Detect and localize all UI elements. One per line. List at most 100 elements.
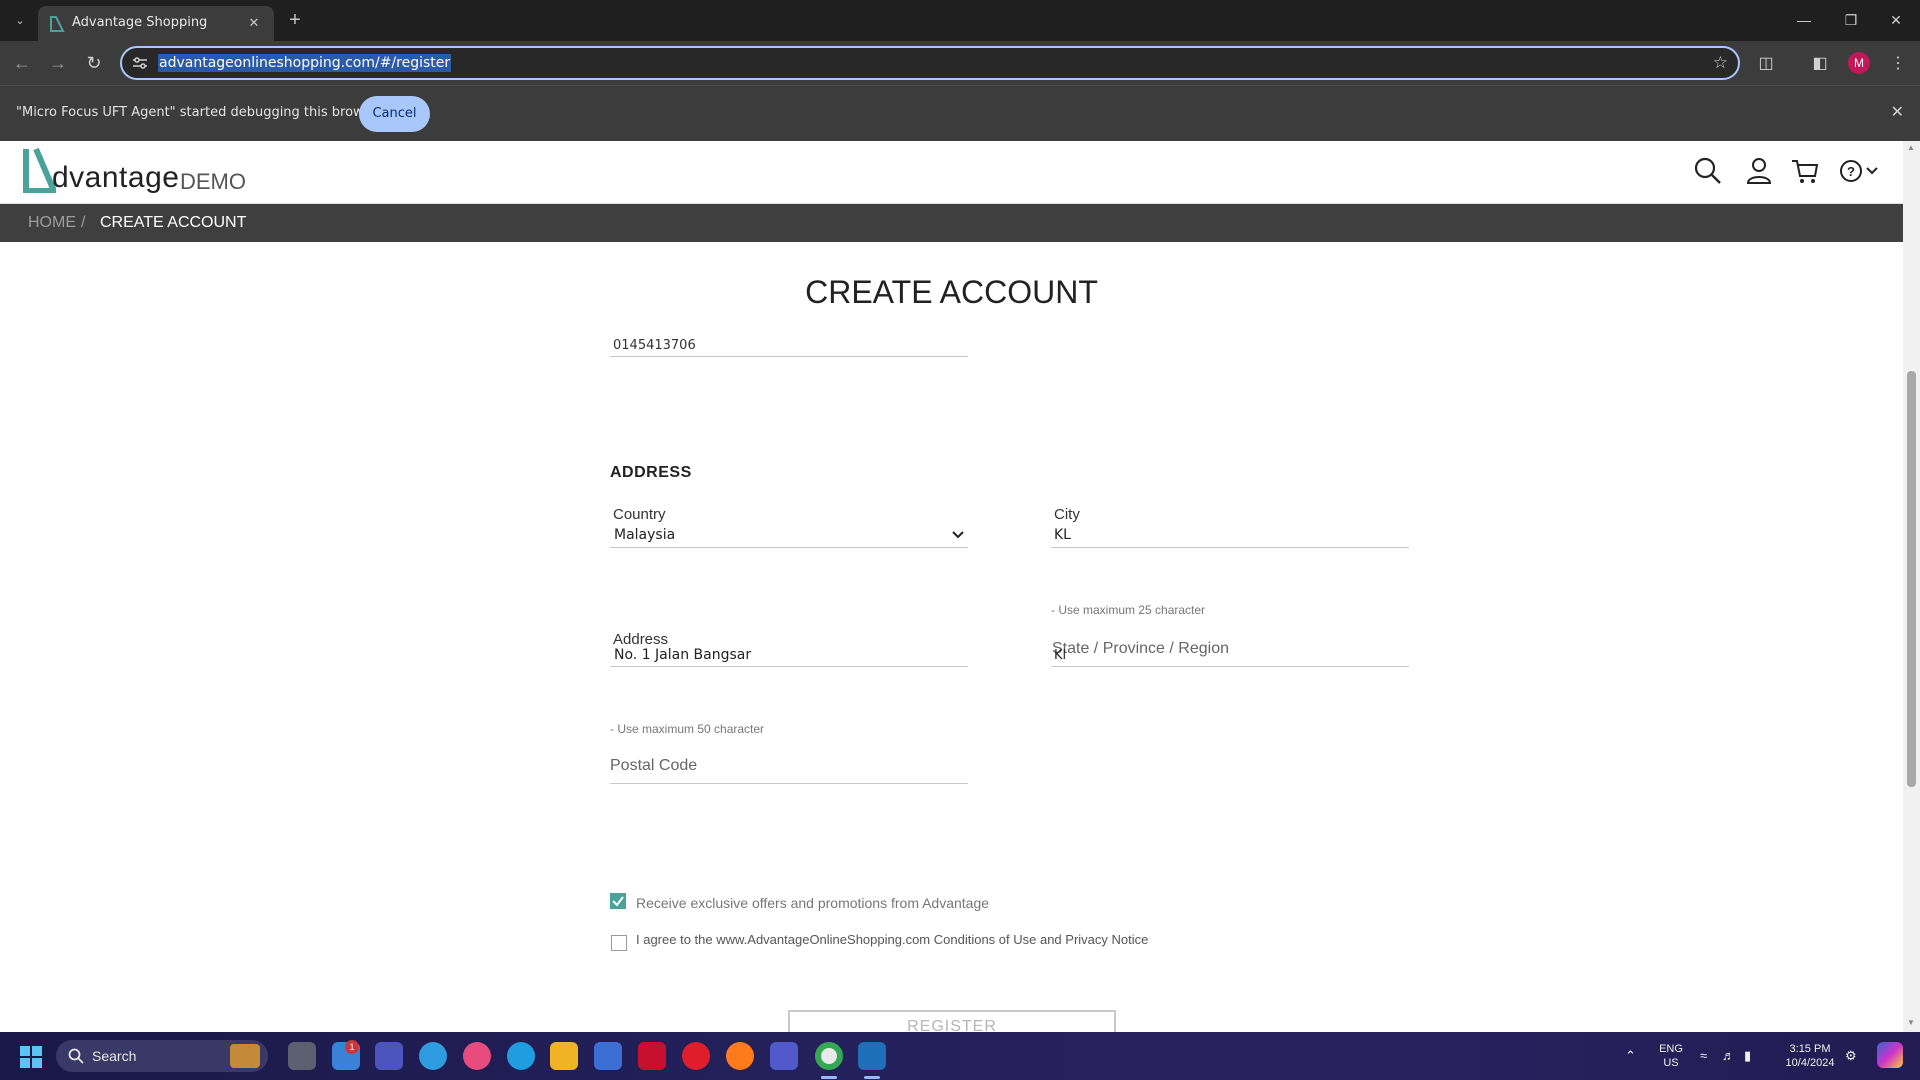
state-placeholder: State / Province / Region — [1052, 640, 1229, 657]
notification-bell-icon[interactable]: ⚙ — [1845, 1048, 1857, 1064]
scroll-down-icon[interactable]: ▼ — [1907, 1018, 1915, 1027]
taskbar-search[interactable]: Search — [56, 1040, 268, 1072]
language-indicator[interactable]: ENG US — [1654, 1042, 1688, 1070]
mcafee-icon[interactable] — [638, 1042, 666, 1070]
breadcrumb-current: CREATE ACCOUNT — [100, 214, 247, 231]
country-select[interactable]: Malaysia — [614, 527, 675, 543]
state-underline — [1051, 666, 1409, 667]
copilot-icon[interactable] — [1877, 1042, 1903, 1068]
menu-kebab-icon[interactable]: ⋮ — [1887, 53, 1909, 75]
offers-checkbox[interactable] — [610, 893, 626, 909]
page-scrollbar[interactable]: ▲ ▼ — [1903, 141, 1920, 1032]
itunes-icon[interactable] — [463, 1042, 491, 1070]
site-info-icon[interactable] — [132, 56, 148, 70]
infobar-close-icon[interactable]: ✕ — [1891, 102, 1904, 122]
browser-toolbar: ← → ↻ advantageonlineshopping.com/#/regi… — [0, 41, 1920, 85]
edge-icon[interactable] — [507, 1042, 535, 1070]
volume-icon[interactable]: ♬ — [1722, 1048, 1735, 1063]
infobar-message: "Micro Focus UFT Agent" started debuggin… — [16, 105, 384, 120]
wifi-icon[interactable]: ≈ — [1700, 1048, 1707, 1063]
task-view-icon[interactable] — [288, 1042, 316, 1070]
extensions-icon[interactable]: ◫ — [1755, 53, 1777, 75]
restore-button[interactable]: ❐ — [1834, 8, 1868, 32]
tray-overflow-icon[interactable]: ⌃ — [1625, 1048, 1636, 1064]
offers-label: Receive exclusive offers and promotions … — [636, 895, 990, 911]
side-panel-icon[interactable]: ◧ — [1809, 53, 1831, 75]
battery-icon[interactable]: ▮ — [1744, 1048, 1751, 1064]
minimize-button[interactable]: — — [1787, 8, 1821, 32]
teams-work-icon[interactable] — [770, 1042, 798, 1070]
notification-badge: 1 — [345, 1040, 359, 1054]
taskbar-search-icon — [68, 1048, 84, 1064]
tab-title: Advantage Shopping — [72, 15, 208, 30]
advantage-favicon-icon — [50, 16, 65, 32]
breadcrumb: HOME / CREATE ACCOUNT — [0, 204, 1903, 242]
chrome-icon[interactable] — [815, 1042, 843, 1070]
help-app-icon[interactable] — [419, 1042, 447, 1070]
phone-number-field[interactable]: 0145413706 — [613, 338, 696, 353]
region-code: US — [1663, 1057, 1679, 1069]
search-highlight-icon — [230, 1044, 260, 1068]
tab-search-chevron-icon[interactable]: ⌄ — [8, 9, 32, 33]
city-hint: - Use maximum 25 character — [1051, 603, 1206, 617]
forward-button[interactable]: → — [44, 49, 72, 77]
uft-active-indicator — [864, 1076, 880, 1079]
teams-icon[interactable] — [375, 1042, 403, 1070]
infobar-cancel-button[interactable]: Cancel — [359, 96, 430, 132]
bookmark-star-icon[interactable]: ☆ — [1713, 53, 1728, 73]
country-underline — [610, 547, 968, 548]
city-underline — [1051, 547, 1409, 548]
clock-date: 10/4/2024 — [1785, 1057, 1835, 1069]
file-explorer-icon[interactable] — [550, 1042, 578, 1070]
user-icon[interactable] — [1744, 156, 1774, 186]
uft-agent-icon[interactable] — [858, 1042, 886, 1070]
firefox-icon[interactable] — [726, 1042, 754, 1070]
opera-icon[interactable] — [682, 1042, 710, 1070]
store-icon[interactable] — [594, 1042, 622, 1070]
profile-avatar[interactable]: M — [1848, 52, 1870, 74]
address-hint: - Use maximum 50 character — [610, 722, 765, 736]
address-underline — [610, 666, 968, 667]
page-title: CREATE ACCOUNT — [805, 274, 1098, 310]
country-label: Country — [613, 506, 666, 523]
new-tab-button[interactable]: + — [283, 9, 307, 33]
agree-terms-label: I agree to the www.AdvantageOnlineShoppi… — [636, 932, 1149, 947]
reload-button[interactable]: ↻ — [80, 49, 108, 77]
address-label: Address — [613, 631, 669, 648]
debugging-infobar: "Micro Focus UFT Agent" started debuggin… — [0, 85, 1920, 141]
breadcrumb-home-link[interactable]: HOME — [28, 214, 76, 232]
checkmark-icon — [612, 896, 624, 907]
scroll-thumb[interactable] — [1907, 371, 1916, 787]
site-header: dvantage DEMO ? — [0, 141, 1903, 204]
browser-tab[interactable]: Advantage Shopping ✕ — [38, 6, 274, 41]
clock[interactable]: 3:15 PM 10/4/2024 — [1770, 1042, 1850, 1070]
city-field[interactable]: KL — [1054, 527, 1071, 543]
back-button[interactable]: ← — [8, 49, 36, 77]
logo-demo: DEMO — [180, 169, 246, 194]
city-label: City — [1054, 506, 1080, 523]
address-field[interactable]: No. 1 Jalan Bangsar — [614, 647, 751, 663]
close-window-button[interactable]: ✕ — [1879, 8, 1913, 32]
state-field[interactable]: Kl — [1054, 648, 1066, 663]
tab-close-icon[interactable]: ✕ — [244, 13, 264, 33]
windows-start-icon[interactable] — [20, 1046, 42, 1068]
logo-text[interactable]: dvantage — [52, 161, 179, 195]
svg-text:?: ? — [1847, 164, 1855, 179]
chevron-down-icon[interactable] — [952, 531, 964, 539]
taskbar-search-label: Search — [92, 1048, 137, 1064]
scroll-up-icon[interactable]: ▲ — [1907, 143, 1915, 152]
address-bar[interactable]: advantageonlineshopping.com/#/register ☆ — [120, 46, 1740, 80]
phone-underline — [610, 356, 968, 357]
address-section-title: ADDRESS — [610, 464, 692, 481]
search-icon[interactable] — [1693, 156, 1723, 186]
postal-underline — [610, 783, 968, 784]
clock-time: 3:15 PM — [1789, 1043, 1831, 1055]
language-code: ENG — [1659, 1043, 1683, 1055]
postal-code-field[interactable]: Postal Code — [610, 757, 697, 775]
cart-icon[interactable] — [1790, 156, 1820, 186]
agree-terms-checkbox[interactable] — [611, 935, 627, 951]
url-text[interactable]: advantageonlineshopping.com/#/register — [158, 54, 452, 72]
help-dropdown-icon[interactable]: ? — [1838, 156, 1882, 186]
chrome-active-indicator — [821, 1076, 837, 1079]
advantage-logo-icon[interactable] — [22, 147, 56, 193]
